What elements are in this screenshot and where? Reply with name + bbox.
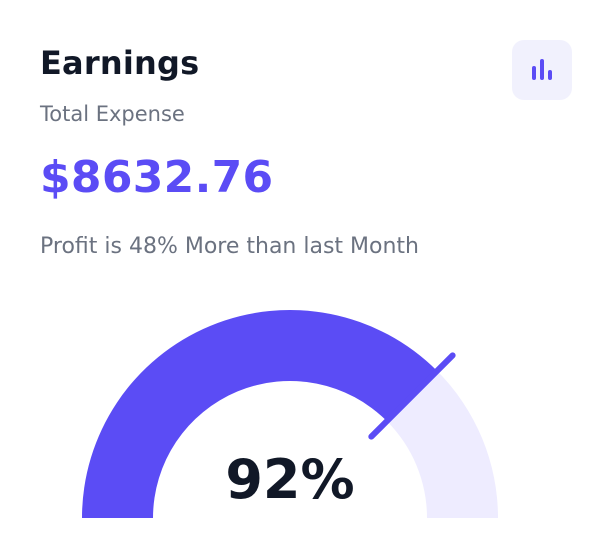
earnings-card: Earnings Total Expense $8632.76 Profit i…	[0, 0, 612, 560]
profit-note: Profit is 48% More than last Month	[40, 234, 419, 259]
gauge-percent-label: 92%	[225, 448, 354, 511]
card-subtitle: Total Expense	[40, 102, 185, 126]
earnings-amount: $8632.76	[40, 152, 274, 203]
earnings-gauge: 92%	[82, 309, 498, 518]
card-title: Earnings	[40, 44, 200, 82]
chart-options-button[interactable]	[512, 40, 572, 100]
bar-chart-icon	[532, 59, 552, 80]
